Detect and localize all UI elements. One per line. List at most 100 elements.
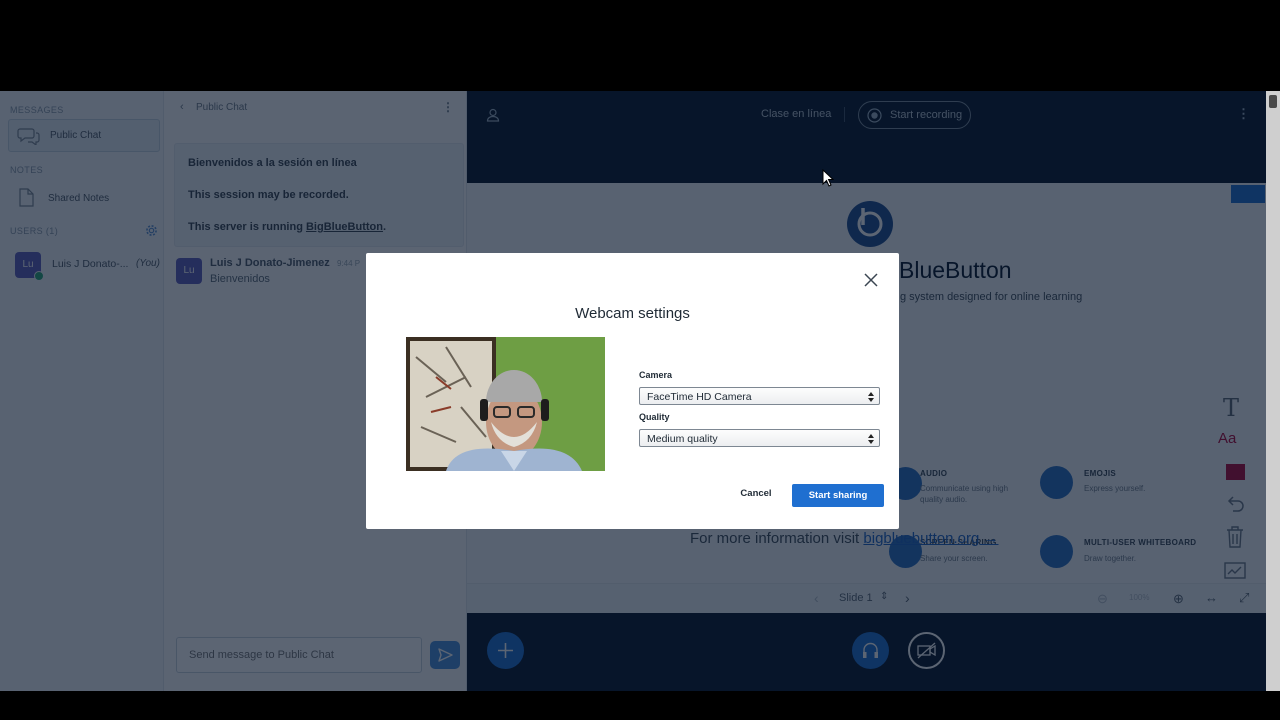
welcome-message: Bienvenidos a la sesión en línea This se…	[174, 143, 464, 247]
shared-notes-label: Shared Notes	[48, 193, 110, 204]
start-sharing-button[interactable]: Start sharing	[792, 484, 884, 507]
message-avatar-initials: Lu	[183, 265, 195, 276]
gear-icon[interactable]	[145, 224, 158, 242]
select-arrows-icon	[867, 432, 875, 444]
scrollbar-thumb[interactable]	[1269, 95, 1277, 108]
server-notice-suffix: .	[382, 221, 387, 233]
modal-title: Webcam settings	[575, 305, 690, 322]
bigbluebutton-org-link[interactable]: bigbluebutton.org →	[863, 530, 998, 547]
chat-message-input[interactable]	[177, 638, 421, 672]
user-icon[interactable]	[486, 108, 500, 127]
mouse-cursor-icon	[822, 168, 835, 192]
chat-icon	[17, 127, 41, 150]
notes-icon	[17, 188, 35, 213]
user-name: Luis J Donato-...	[52, 258, 129, 270]
chat-header: ‹ Public Chat ⋮	[164, 91, 467, 125]
more-info-prefix: For more information visit	[690, 530, 864, 547]
camera-off-icon	[917, 642, 936, 659]
user-list-item[interactable]: Lu Luis J Donato-... (You)	[8, 251, 163, 281]
zoom-level: 100%	[1129, 593, 1150, 602]
previous-slide-icon[interactable]: ‹	[814, 590, 819, 606]
you-label: (You)	[136, 258, 160, 269]
record-icon	[867, 108, 882, 128]
quality-label: Quality	[639, 412, 670, 422]
chat-input-box[interactable]	[176, 637, 422, 673]
send-button[interactable]	[430, 641, 460, 669]
emojis-feature-title: EMOJIS	[1084, 469, 1117, 478]
welcome-line: Bienvenidos a la sesión en línea	[188, 157, 357, 169]
messages-section-title: MESSAGES	[10, 105, 64, 115]
chat-title[interactable]: Public Chat	[196, 102, 247, 113]
slide-subtitle: g system designed for online learning	[900, 291, 1083, 303]
undo-icon[interactable]	[1225, 494, 1245, 519]
close-icon[interactable]	[862, 271, 880, 289]
font-icon[interactable]: Aa	[1218, 430, 1236, 447]
navbar-divider	[844, 107, 845, 122]
notes-section-title: NOTES	[10, 165, 44, 175]
bigbluebutton-link[interactable]: BigBlueButton	[306, 221, 383, 233]
zoom-in-icon[interactable]: ⊕	[1173, 591, 1184, 607]
public-chat-item[interactable]: Public Chat	[8, 119, 160, 152]
bbb-logo	[844, 200, 896, 253]
presenter-status-badge	[34, 271, 44, 281]
headset-icon	[863, 642, 878, 658]
webcam-preview	[406, 337, 605, 471]
start-recording-label: Start recording	[890, 109, 963, 121]
screen-sharing-feature-desc: Share your screen.	[920, 554, 988, 563]
message-avatar: Lu	[176, 258, 202, 284]
audio-feature-desc-2: quality audio.	[920, 495, 968, 504]
actions-plus-button[interactable]	[487, 632, 524, 669]
camera-label: Camera	[639, 370, 673, 380]
audio-button[interactable]	[852, 632, 889, 669]
emojis-feature-icon	[1040, 466, 1073, 499]
kebab-icon[interactable]: ⋮	[1237, 106, 1250, 122]
message-sender: Luis J Donato-Jimenez	[210, 257, 330, 269]
server-notice: This server is running BigBlueButton.	[188, 221, 386, 233]
whiteboard-feature-desc: Draw together.	[1084, 554, 1137, 563]
server-notice-text: This server is running	[188, 221, 306, 233]
whiteboard-feature-icon	[1040, 535, 1073, 568]
slide-title: BlueButton	[899, 257, 1012, 283]
public-chat-label: Public Chat	[50, 130, 102, 141]
userlist-panel: MESSAGES Public Chat NOTES Shared Notes …	[0, 91, 164, 691]
cancel-button[interactable]: Cancel	[734, 485, 778, 503]
send-icon	[438, 648, 453, 662]
select-arrows-icon	[867, 390, 875, 402]
video-frame: MESSAGES Public Chat NOTES Shared Notes …	[0, 0, 1280, 720]
camera-select-value: FaceTime HD Camera	[647, 391, 752, 403]
webcam-settings-modal: Webcam settings Camera FaceTime HD Camer…	[366, 253, 899, 529]
slide-selector-arrows-icon: ⇕	[880, 591, 889, 602]
slide-navigation-bar: ‹ Slide 1 ⇕ › ⊖ 100% ⊕ ↔ ⤢	[467, 583, 1266, 613]
chevron-left-icon[interactable]: ‹	[180, 101, 184, 113]
message-time: 9:44 P	[337, 259, 361, 268]
trash-icon[interactable]	[1226, 526, 1244, 553]
recorded-notice: This session may be recorded.	[188, 189, 349, 201]
slide-selector[interactable]: Slide 1	[839, 592, 873, 604]
fullscreen-icon[interactable]: ⤢	[1239, 590, 1249, 606]
audio-feature-title: AUDIO	[920, 469, 948, 478]
quality-select-value: Medium quality	[647, 433, 718, 445]
next-slide-icon[interactable]: ›	[905, 590, 910, 606]
shared-notes-item[interactable]: Shared Notes	[8, 186, 160, 210]
navbar: Clase en línea Start recording ⋮	[467, 91, 1266, 183]
whiteboard-feature-title: MULTI-USER WHITEBOARD	[1084, 538, 1197, 547]
audio-feature-desc: Communicate using high	[920, 484, 1009, 493]
text-tool-icon[interactable]: T	[1223, 394, 1239, 422]
start-recording-button[interactable]: Start recording	[858, 101, 971, 129]
browser-scrollbar[interactable]	[1266, 91, 1280, 691]
whiteboard-toolbar: T Aa	[1216, 392, 1256, 592]
zoom-out-icon[interactable]: ⊖	[1097, 591, 1108, 607]
minimize-presentation-button[interactable]	[1231, 185, 1265, 203]
color-swatch-icon[interactable]	[1226, 464, 1245, 480]
multi-whiteboard-icon[interactable]	[1224, 562, 1246, 585]
chat-options-kebab-icon[interactable]: ⋮	[442, 100, 454, 114]
avatar: Lu	[15, 252, 44, 281]
webcam-button[interactable]	[908, 632, 945, 669]
quality-select[interactable]: Medium quality	[639, 429, 880, 447]
avatar-initials: Lu	[22, 259, 34, 270]
meeting-name: Clase en línea	[761, 108, 832, 120]
actions-bar	[467, 613, 1266, 691]
camera-select[interactable]: FaceTime HD Camera	[639, 387, 880, 405]
fit-width-icon[interactable]: ↔	[1205, 590, 1218, 605]
emojis-feature-desc: Express yourself.	[1084, 484, 1146, 493]
